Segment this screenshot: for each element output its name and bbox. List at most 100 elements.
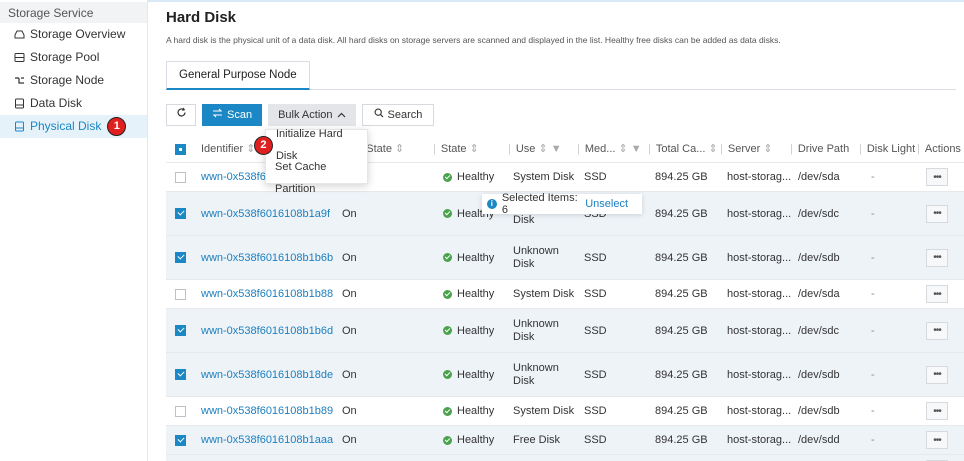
use-cell: Free Disk: [513, 455, 560, 461]
state-text: Healthy: [457, 324, 495, 337]
online-state: On: [342, 288, 357, 300]
use-text: Unknown Disk: [513, 317, 559, 343]
state-cell: Healthy: [443, 353, 494, 396]
search-icon: [374, 105, 384, 125]
tab-general-purpose-node[interactable]: General Purpose Node: [166, 61, 310, 90]
drive-path-cell: /dev/sdc: [798, 324, 839, 337]
use-text: Unknown Disk: [513, 244, 559, 270]
more-actions-button[interactable]: •••: [926, 321, 948, 340]
disk-identifier-link[interactable]: wwn-0x538f6016108b1b89: [201, 397, 333, 425]
table-row[interactable]: wwn-0x538f6016108b1b6d On Healthy Unknown D…: [166, 308, 964, 352]
state-text: Healthy: [457, 251, 495, 264]
more-actions-button[interactable]: •••: [926, 248, 948, 267]
use-text: System Disk: [513, 288, 575, 300]
unselect-link[interactable]: Unselect: [585, 198, 628, 210]
col-server[interactable]: | Server ⇕: [720, 136, 773, 162]
more-actions-button[interactable]: •••: [926, 285, 948, 303]
more-actions-button[interactable]: •••: [926, 168, 948, 186]
server-cell: host-storag...: [727, 368, 792, 381]
disk-identifier-link[interactable]: wwn-0x538f6016108b1b6d: [201, 309, 333, 352]
disk-light-cell: -: [871, 171, 875, 183]
sidebar-group-title: Storage Service: [0, 0, 147, 23]
table-row[interactable]: wwn-0x538f6016108b1b6b On Healthy Unknown D…: [166, 235, 964, 279]
info-icon: i: [487, 199, 497, 209]
sidebar-item-storage-overview[interactable]: Storage Overview: [0, 23, 147, 46]
disk-identifier-link[interactable]: wwn-0x538f6016108b18de: [201, 353, 333, 396]
step-badge-2: 2: [254, 135, 273, 155]
capacity-cell: 894.25 GB: [655, 251, 708, 264]
sidebar-item-data-disk[interactable]: Data Disk: [0, 92, 147, 115]
online-state: On: [342, 368, 357, 381]
row-checkbox[interactable]: [175, 309, 186, 352]
disk-identifier-link[interactable]: wwn-0x538f6016108b1b88: [201, 280, 333, 308]
medium-cell: SSD: [584, 251, 607, 264]
medium-cell: SSD: [584, 455, 607, 461]
row-checkbox[interactable]: [175, 455, 186, 461]
use-cell: System Disk: [513, 163, 574, 191]
healthy-icon: [443, 289, 452, 299]
row-checkbox[interactable]: [175, 192, 186, 235]
row-actions: •••: [926, 309, 948, 352]
server-cell: host-storag...: [727, 324, 792, 337]
search-button[interactable]: Search: [361, 104, 435, 126]
col-use[interactable]: | Use ⇕ ▼: [508, 136, 562, 162]
menu-item-initialize-hard-disk[interactable]: 2 Initialize Hard Disk: [254, 128, 367, 162]
scan-button[interactable]: Scan: [202, 104, 263, 126]
page-description: A hard disk is the physical unit of a da…: [166, 35, 781, 45]
online-state: On: [342, 207, 357, 220]
capacity-cell: 894.25 GB: [655, 405, 708, 417]
online-state: On: [342, 251, 357, 264]
use-cell: Free Disk: [513, 426, 560, 454]
row-checkbox[interactable]: [175, 397, 186, 425]
online-state: On: [342, 324, 357, 337]
drive-path-cell: /dev/sdb: [798, 405, 840, 417]
row-checkbox[interactable]: [175, 163, 186, 191]
row-checkbox[interactable]: [175, 280, 186, 308]
row-actions: •••: [926, 236, 948, 279]
table-row[interactable]: wwn-0x538f6016108b18de On Healthy Unknown D…: [166, 352, 964, 396]
medium-cell: SSD: [584, 434, 607, 446]
sidebar-item-storage-node[interactable]: Storage Node: [0, 69, 147, 92]
scan-label: Scan: [227, 109, 253, 121]
sidebar-item-physical-disk[interactable]: Physical Disk 1: [0, 115, 147, 138]
col-total-capacity[interactable]: | Total Ca... ⇕: [648, 136, 718, 162]
disk-light-cell: -: [871, 405, 875, 417]
table-row[interactable]: wwn-0x538f6016108b1b63 On Healthy Free Disk…: [166, 454, 964, 461]
row-checkbox[interactable]: [175, 236, 186, 279]
healthy-icon: [443, 172, 452, 182]
disk-identifier-link[interactable]: wwn-0x538f6016108b1b6b: [201, 236, 333, 279]
row-actions: •••: [926, 192, 948, 235]
col-state[interactable]: | State ⇕: [433, 136, 479, 162]
table-row[interactable]: wwn-0x538f6016108b1aaa On Healthy Free Disk…: [166, 425, 964, 454]
step-badge-1: 1: [107, 117, 127, 136]
drive-path-cell: /dev/sdb: [798, 368, 840, 381]
col-identifier[interactable]: Identifier ⇕: [201, 136, 255, 162]
use-text: System Disk: [513, 405, 575, 417]
use-cell: Unknown Disk: [513, 236, 563, 279]
select-all-checkbox[interactable]: [175, 136, 186, 162]
scan-icon: [212, 105, 223, 125]
more-actions-button[interactable]: •••: [926, 402, 948, 420]
online-state: On: [342, 455, 357, 461]
refresh-icon: [176, 105, 187, 125]
disk-identifier-link[interactable]: wwn-0x538f6016108b1aaa: [201, 426, 333, 454]
table-row[interactable]: wwn-0x538f6016108b1b88 On Healthy System Di…: [166, 279, 964, 308]
healthy-icon: [443, 435, 452, 445]
col-medium[interactable]: | Med... ⇕ ▼: [577, 136, 642, 162]
sidebar-item-storage-pool[interactable]: Storage Pool: [0, 46, 147, 69]
medium-cell: SSD: [584, 171, 607, 183]
more-actions-button[interactable]: •••: [926, 204, 948, 223]
row-checkbox[interactable]: [175, 353, 186, 396]
disk-identifier-link[interactable]: wwn-0x538f6016108b1b63: [201, 455, 333, 461]
storage-pool-icon: [13, 51, 26, 64]
drive-path-cell: /dev/sdb: [798, 251, 840, 264]
state-text: Healthy: [457, 171, 495, 183]
top-rule: [148, 0, 964, 2]
row-checkbox[interactable]: [175, 426, 186, 454]
refresh-button[interactable]: [166, 104, 196, 126]
more-actions-button[interactable]: •••: [926, 365, 948, 384]
more-actions-button[interactable]: •••: [926, 431, 948, 449]
medium-cell: SSD: [584, 368, 607, 381]
table-row[interactable]: wwn-0x538f6016108b1b89 On Healthy System Di…: [166, 396, 964, 425]
drive-path-cell: /dev/sda: [798, 288, 840, 300]
